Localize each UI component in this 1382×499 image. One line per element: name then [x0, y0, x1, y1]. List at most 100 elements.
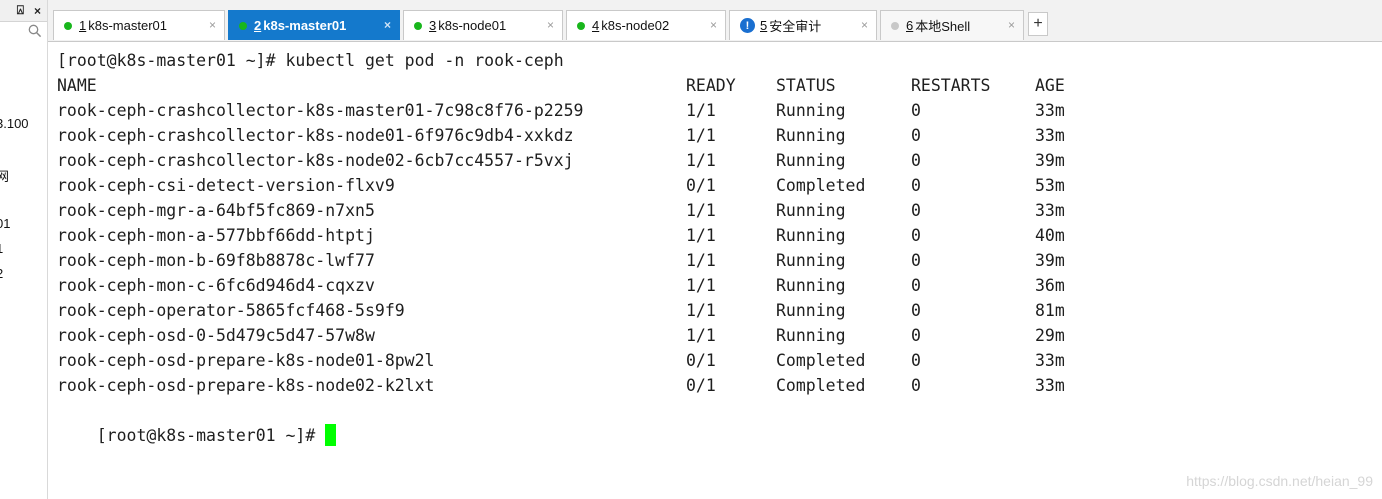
pod-name: rook-ceph-mon-b-69f8b8878c-lwf77: [57, 251, 375, 270]
session-item[interactable]: 1: [0, 241, 3, 256]
header-status: STATUS: [776, 76, 836, 95]
tab-local-shell[interactable]: 6 本地Shell ×: [880, 10, 1024, 40]
pod-status: Running: [776, 301, 846, 320]
header-restarts: RESTARTS: [911, 76, 991, 95]
pod-ready: 1/1: [686, 226, 716, 245]
tab-security-audit[interactable]: ! 5 安全审计 ×: [729, 10, 877, 40]
tab-close-icon[interactable]: ×: [547, 18, 554, 32]
pod-ready: 0/1: [686, 176, 716, 195]
pod-age: 39m: [1035, 251, 1065, 270]
pod-restarts: 0: [911, 126, 921, 145]
tab-number: 6: [906, 18, 914, 33]
pod-age: 39m: [1035, 151, 1065, 170]
terminal-cursor: [325, 424, 337, 446]
pod-restarts: 0: [911, 251, 921, 270]
tab-k8s-master01-1[interactable]: 1 k8s-master01 ×: [53, 10, 225, 40]
terminal-output[interactable]: [root@k8s-master01 ~]# kubectl get pod -…: [48, 42, 1382, 499]
tab-close-icon[interactable]: ×: [710, 18, 717, 32]
pod-age: 40m: [1035, 226, 1065, 245]
session-item[interactable]: 网: [0, 166, 9, 185]
table-header: NAME READY STATUS RESTARTS AGE: [57, 73, 1065, 98]
pod-status: Running: [776, 151, 846, 170]
pod-name: rook-ceph-mon-a-577bbf66dd-htptj: [57, 226, 375, 245]
pod-restarts: 0: [911, 276, 921, 295]
tab-number: 3: [429, 18, 437, 33]
pod-restarts: 0: [911, 201, 921, 220]
pod-status: Completed: [776, 351, 866, 370]
pod-status: Running: [776, 251, 846, 270]
pod-status: Running: [776, 201, 846, 220]
tab-close-icon[interactable]: ×: [209, 18, 216, 32]
prompt: [root@k8s-master01 ~]#: [96, 426, 326, 445]
tab-bar: 1 k8s-master01 × 2 k8s-master01 × 3 k8s-…: [48, 0, 1382, 42]
tab-number: 5: [760, 18, 768, 33]
pod-age: 53m: [1035, 176, 1065, 195]
pod-ready: 1/1: [686, 326, 716, 345]
tab-k8s-node02[interactable]: 4 k8s-node02 ×: [566, 10, 726, 40]
session-item[interactable]: 01: [0, 216, 10, 231]
tab-label: k8s-master01: [263, 18, 347, 33]
pod-name: rook-ceph-operator-5865fcf468-5s9f9: [57, 301, 405, 320]
tab-close-icon[interactable]: ×: [861, 18, 868, 32]
pod-name: rook-ceph-osd-prepare-k8s-node01-8pw2l: [57, 351, 435, 370]
pod-name: rook-ceph-crashcollector-k8s-node02-6cb7…: [57, 151, 574, 170]
pod-ready: 1/1: [686, 251, 716, 270]
pod-age: 33m: [1035, 126, 1065, 145]
pod-restarts: 0: [911, 101, 921, 120]
search-icon[interactable]: [28, 24, 42, 38]
info-icon: !: [740, 18, 755, 33]
pod-ready: 1/1: [686, 126, 716, 145]
pod-age: 33m: [1035, 201, 1065, 220]
pod-status: Completed: [776, 376, 866, 395]
pod-age: 33m: [1035, 376, 1065, 395]
pod-ready: 0/1: [686, 376, 716, 395]
tab-number: 2: [254, 18, 262, 33]
pod-age: 81m: [1035, 301, 1065, 320]
tab-number: 1: [79, 18, 87, 33]
watermark: https://blog.csdn.net/heian_99: [1186, 473, 1373, 489]
pod-age: 33m: [1035, 351, 1065, 370]
pod-name: rook-ceph-osd-0-5d479c5d47-57w8w: [57, 326, 375, 345]
pod-status: Running: [776, 126, 846, 145]
pod-ready: 1/1: [686, 301, 716, 320]
close-icon[interactable]: ×: [34, 4, 41, 18]
pod-age: 29m: [1035, 326, 1065, 345]
disconnected-status-icon: [891, 21, 899, 30]
connected-status-icon: [577, 21, 585, 30]
session-sidebar: ⍓ × 3.100 · 网 01 1 2 ·: [0, 0, 48, 499]
tab-k8s-node01[interactable]: 3 k8s-node01 ×: [403, 10, 563, 40]
add-tab-button[interactable]: +: [1028, 12, 1048, 36]
pod-restarts: 0: [911, 376, 921, 395]
pin-icon[interactable]: ⍓: [17, 3, 24, 18]
pod-name: rook-ceph-crashcollector-k8s-master01-7c…: [57, 101, 584, 120]
pod-name: rook-ceph-crashcollector-k8s-node01-6f97…: [57, 126, 574, 145]
pod-status: Running: [776, 226, 846, 245]
command-line: [root@k8s-master01 ~]# kubectl get pod -…: [57, 51, 564, 70]
pod-name: rook-ceph-osd-prepare-k8s-node02-k2lxt: [57, 376, 435, 395]
pod-restarts: 0: [911, 226, 921, 245]
tab-k8s-master01-2[interactable]: 2 k8s-master01 ×: [228, 10, 400, 40]
tab-label: k8s-node01: [438, 18, 507, 33]
tab-close-icon[interactable]: ×: [384, 18, 391, 32]
pod-name: rook-ceph-csi-detect-version-flxv9: [57, 176, 395, 195]
header-age: AGE: [1035, 76, 1065, 95]
pod-ready: 1/1: [686, 201, 716, 220]
pod-restarts: 0: [911, 151, 921, 170]
prompt-line: [root@k8s-master01 ~]#: [57, 398, 337, 446]
sidebar-search[interactable]: [0, 22, 47, 40]
pod-status: Running: [776, 276, 846, 295]
pod-restarts: 0: [911, 301, 921, 320]
pod-status: Running: [776, 101, 846, 120]
session-item[interactable]: 3.100: [0, 116, 29, 131]
pod-restarts: 0: [911, 351, 921, 370]
tab-number: 4: [592, 18, 600, 33]
sidebar-header: ⍓ ×: [0, 0, 47, 22]
pod-ready: 1/1: [686, 151, 716, 170]
pod-name: rook-ceph-mon-c-6fc6d946d4-cqxzv: [57, 276, 375, 295]
tab-close-icon[interactable]: ×: [1008, 18, 1015, 32]
pod-name: rook-ceph-mgr-a-64bf5fc869-n7xn5: [57, 201, 375, 220]
connected-status-icon: [64, 21, 72, 30]
pod-ready: 1/1: [686, 276, 716, 295]
session-item[interactable]: 2: [0, 266, 3, 281]
pod-restarts: 0: [911, 326, 921, 345]
